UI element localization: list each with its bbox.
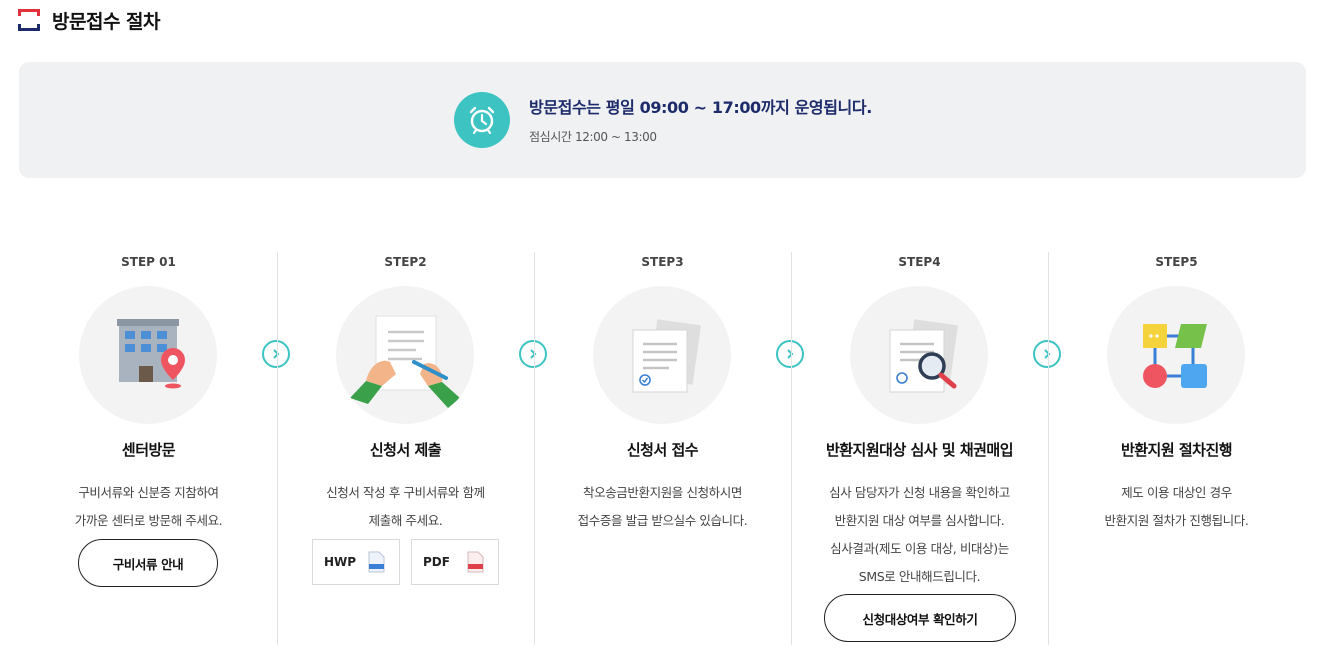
bracket-logo-icon	[18, 9, 40, 31]
step-description-line: 반환지원 절차가 진행됩니다.	[1104, 513, 1249, 528]
step-description-line: 구비서류와 신분증 지참하여	[78, 485, 219, 500]
step-description: 착오송금반환지원을 신청하시면 접수증을 발급 받으실수 있습니다.	[534, 479, 791, 535]
document-receipt-icon	[593, 286, 731, 424]
hands-writing-icon	[336, 286, 474, 424]
pdf-download-label: PDF	[423, 555, 450, 569]
step-description-line: 신청서 작성 후 구비서류와 함께	[326, 485, 485, 500]
step-1: STEP 01 센터방문 구비서류와 신분증 지참하여 가까운 센터로 방문해 …	[20, 250, 277, 645]
step-description-line: 반환지원 대상 여부를 심사합니다.	[834, 513, 1005, 528]
page-title: 방문접수 절차	[52, 10, 161, 33]
step-description-line: 심사결과(제도 이용 대상, 비대상)는	[830, 541, 1009, 556]
pdf-download-button[interactable]: PDF	[411, 539, 499, 585]
step-4: STEP4 반환지원대상 심사 및 채권매입 심사 담당자가 신청 내용을 확인…	[791, 250, 1048, 645]
flowchart-icon	[1107, 286, 1245, 424]
procedure-steps: STEP 01 센터방문 구비서류와 신분증 지참하여 가까운 센터로 방문해 …	[20, 250, 1306, 650]
alarm-clock-icon	[454, 92, 510, 148]
step-description: 구비서류와 신분증 지참하여 가까운 센터로 방문해 주세요.	[20, 479, 277, 535]
step-title: 신청서 접수	[626, 441, 699, 459]
step-description-line: 심사 담당자가 신청 내용을 확인하고	[829, 485, 1010, 500]
step-3: STEP3 신청서 접수 착오송금반환지원을 신청하시면 접수증을 발급 받으실…	[534, 250, 791, 645]
step-description-line: 착오송금반환지원을 신청하시면	[583, 485, 742, 500]
step-2: STEP2 신청서 제출 신청서 작성 후 구비서류와 함께 제출해 주세요. …	[277, 250, 534, 645]
required-documents-button[interactable]: 구비서류 안내	[78, 539, 218, 587]
step-description-line: 가까운 센터로 방문해 주세요.	[74, 513, 223, 528]
step-title: 반환지원대상 심사 및 채권매입	[825, 441, 1014, 459]
step-title: 센터방문	[121, 441, 176, 459]
step-label: STEP3	[641, 255, 684, 269]
notice-lunch-text: 점심시간 12:00 ~ 13:00	[529, 130, 657, 144]
step-description-line: SMS로 안내해드립니다.	[858, 569, 981, 584]
step-description-line: 제출해 주세요.	[368, 513, 443, 528]
check-eligibility-button[interactable]: 신청대상여부 확인하기	[824, 594, 1016, 642]
pdf-file-icon	[467, 551, 484, 573]
hwp-file-icon	[368, 551, 385, 573]
document-magnifier-icon	[850, 286, 988, 424]
page-header: 방문접수 절차	[18, 6, 161, 34]
step-description: 신청서 작성 후 구비서류와 함께 제출해 주세요.	[277, 479, 534, 535]
step-description-line: 접수증을 발급 받으실수 있습니다.	[577, 513, 748, 528]
step-label: STEP2	[384, 255, 427, 269]
step-label: STEP 01	[121, 255, 176, 269]
step-title: 반환지원 절차진행	[1120, 441, 1233, 459]
step-description: 심사 담당자가 신청 내용을 확인하고 반환지원 대상 여부를 심사합니다. 심…	[791, 479, 1048, 591]
step-label: STEP4	[898, 255, 941, 269]
building-location-icon	[79, 286, 217, 424]
step-title: 신청서 제출	[369, 441, 442, 459]
step-description-line: 제도 이용 대상인 경우	[1121, 485, 1232, 500]
step-5: STEP5 반환지원 절차진행 제도 이용 대상인 경우 반환지원 절차가 진행…	[1048, 250, 1305, 645]
notice-hours-text: 방문접수는 평일 09:00 ~ 17:00까지 운영됩니다.	[529, 98, 872, 117]
hours-notice: 방문접수는 평일 09:00 ~ 17:00까지 운영됩니다. 점심시간 12:…	[19, 62, 1306, 178]
hwp-download-button[interactable]: HWP	[312, 539, 400, 585]
hwp-download-label: HWP	[324, 555, 357, 569]
step-label: STEP5	[1155, 255, 1198, 269]
step-description: 제도 이용 대상인 경우 반환지원 절차가 진행됩니다.	[1048, 479, 1305, 535]
